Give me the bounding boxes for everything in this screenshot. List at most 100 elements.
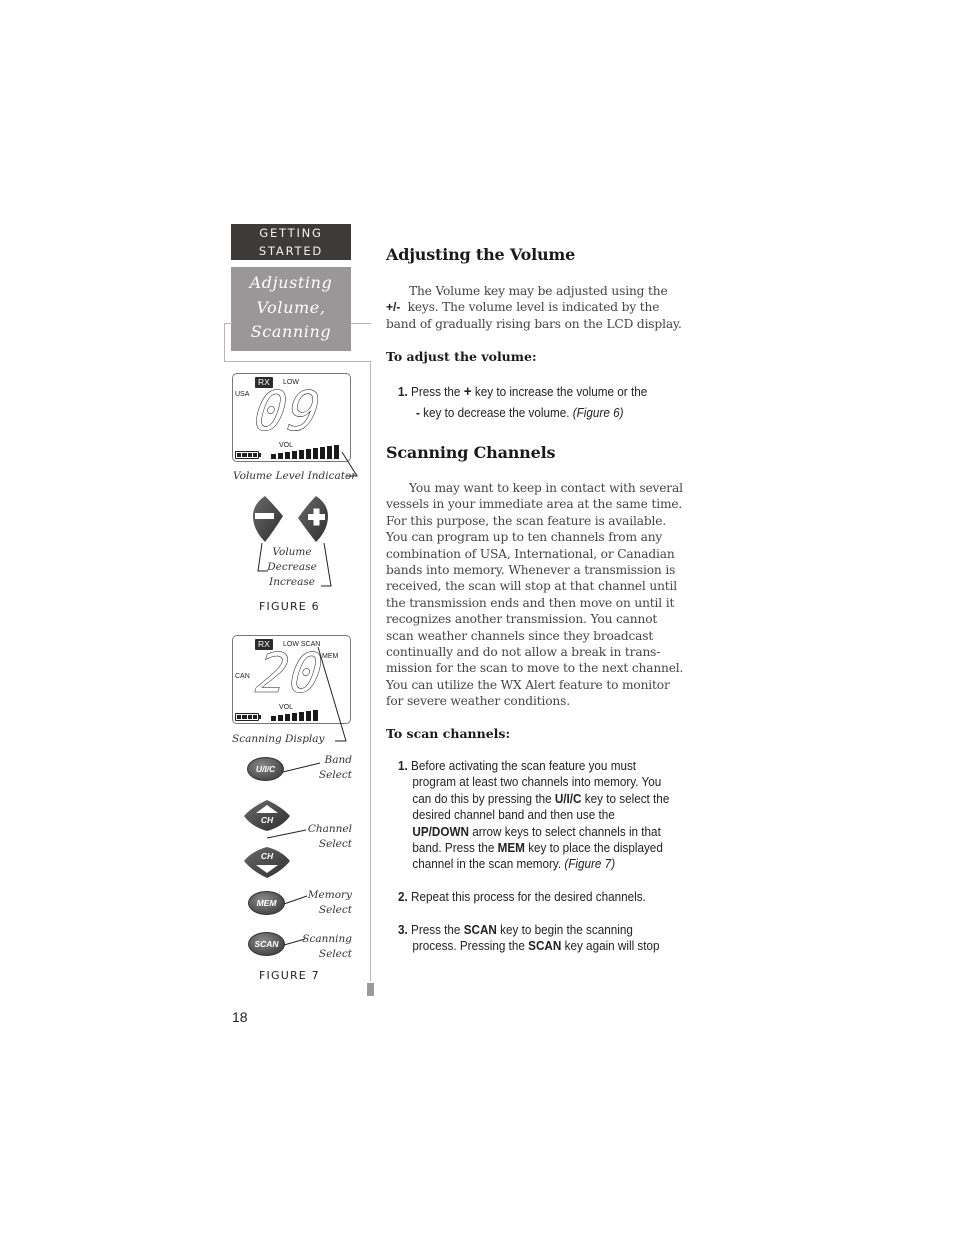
volume-bar [320,447,325,459]
para-text: keys. The volume level is indicated by t… [407,300,660,315]
caption-line: Band [324,754,352,766]
topic-box: Adjusting Volume, Scanning [231,267,351,351]
volume-bar [292,713,297,721]
topic-line: Volume, [256,297,326,317]
caption-line: Select [318,838,352,850]
battery-cell [247,453,252,457]
para-line: band of gradually rising bars on the LCD… [386,316,682,331]
plus-minus-keys: +/- [386,300,401,315]
volume-bar [271,454,276,459]
scanning-paragraph: You may want to keep in contact with sev… [386,480,696,710]
caption-line: Select [318,948,352,960]
page-number: 18 [232,1009,248,1025]
plus-key: + [463,383,472,400]
mem-key[interactable]: MEM [248,891,285,915]
step-text: key again will stop [564,938,660,954]
battery-cell [252,715,257,719]
scan-step-2: 2. Repeat this process for the desired c… [398,889,677,905]
para-line: For this purpose, the scan feature is av… [386,513,667,528]
ch-up-label: CH [260,815,274,825]
band-indicator: CAN [235,673,250,680]
step-text: Press the [411,922,461,937]
volume-bars [271,445,339,459]
volume-step-1: 1. Press the + key to increase the volum… [398,383,677,422]
scan-step-3: 3. Press the SCAN key to begin the scann… [398,922,677,955]
step-text: Before activating the scan feature you m… [411,758,637,773]
battery-cell [247,715,252,719]
key-name: SCAN [528,938,562,954]
scanning-display-caption: Scanning Display [232,733,325,745]
volume-bar [278,715,283,721]
caption-line: Select [318,904,352,916]
para-line: +/- keys. The volume level is indicated … [386,299,686,315]
leader-line [317,646,347,742]
battery-cell [237,453,242,457]
band-indicator: USA [235,391,250,398]
section-tab-line: GETTING [259,226,323,240]
scan-key[interactable]: SCAN [248,932,285,956]
para-line: for severe weather conditions. [386,694,570,709]
volume-bar [299,450,304,459]
volume-decrease-key[interactable] [251,494,285,544]
step-text: band. Press the [412,840,495,856]
step-text: Press the [411,384,461,399]
caption-line: Memory [307,889,352,901]
para-line: You can utilize the WX Alert feature to … [386,677,670,692]
para-line: the transmission ends and then move on u… [386,595,675,610]
volume-bar [285,714,290,721]
heading-adjusting-volume: Adjusting the Volume [386,245,576,264]
para-line: continually and do not allow a break in … [386,645,661,660]
volume-bar [278,453,283,459]
key-name: SCAN [463,922,497,937]
band-select-caption: Band Select [300,753,352,783]
battery-cell [242,715,247,719]
step-text: can do this by pressing the [412,790,552,806]
battery-icon [235,713,261,721]
caption-line: Volume [272,546,312,558]
key-name: UP/DOWN [412,823,469,839]
step-text: Repeat this process for the desired chan… [411,889,646,904]
figure-ref: (Figure 6) [572,405,624,421]
para-line: recognizes another transmission. You can… [386,612,658,627]
step-number: 2. [398,889,408,904]
step-text: arrow keys to select channels in that [472,823,661,839]
topic-line: Adjusting [249,273,333,292]
scan-step-1: 1. Before activating the scan feature yo… [398,758,677,873]
heading-scanning-channels: Scanning Channels [386,443,556,462]
divider [224,323,232,362]
uic-key[interactable]: U/I/C [247,757,284,781]
caption-line: Decrease [267,561,317,573]
figure-7-label: FIGURE 7 [259,969,320,982]
step-text: key to select the [584,790,670,806]
step-number: 1. [398,384,408,399]
battery-cell [242,453,247,457]
step-number: 1. [398,758,408,773]
volume-level-indicator-caption: Volume Level Indicator [233,470,357,482]
caption-line: Scanning [302,933,352,945]
volume-bar [313,448,318,459]
battery-icon [235,451,261,459]
volume-bar [271,716,276,721]
volume-bar [285,452,290,459]
key-name: MEM [497,840,525,856]
subheading-adjust-volume: To adjust the volume: [386,349,537,364]
volume-keys-caption: Volume Decrease Increase [262,545,322,590]
para-line: The Volume key may be adjusted using the [409,284,668,298]
volume-bar [306,449,311,459]
para-line: scan weather channels since they broadca… [386,628,654,643]
para-line: vessels in your immediate area at the sa… [386,497,683,512]
minus-icon [255,513,274,519]
step-text: key to decrease the volume. [423,405,570,421]
para-line: received, the scan will stop at that cha… [386,579,678,594]
channel-digits: 09 [250,380,327,444]
divider [351,323,371,324]
step-text: program at least two channels into memor… [412,774,662,790]
ch-down-label: CH [260,851,274,861]
step-text: key to place the displayed [528,840,663,856]
step-text: key to increase the volume or the [474,384,648,399]
figure-6-label: FIGURE 6 [259,600,320,613]
volume-bar [292,451,297,459]
para-line: mission for the scan to move to the next… [386,661,684,676]
figure-ref: (Figure 7) [564,856,616,872]
volume-increase-key[interactable] [296,494,330,544]
